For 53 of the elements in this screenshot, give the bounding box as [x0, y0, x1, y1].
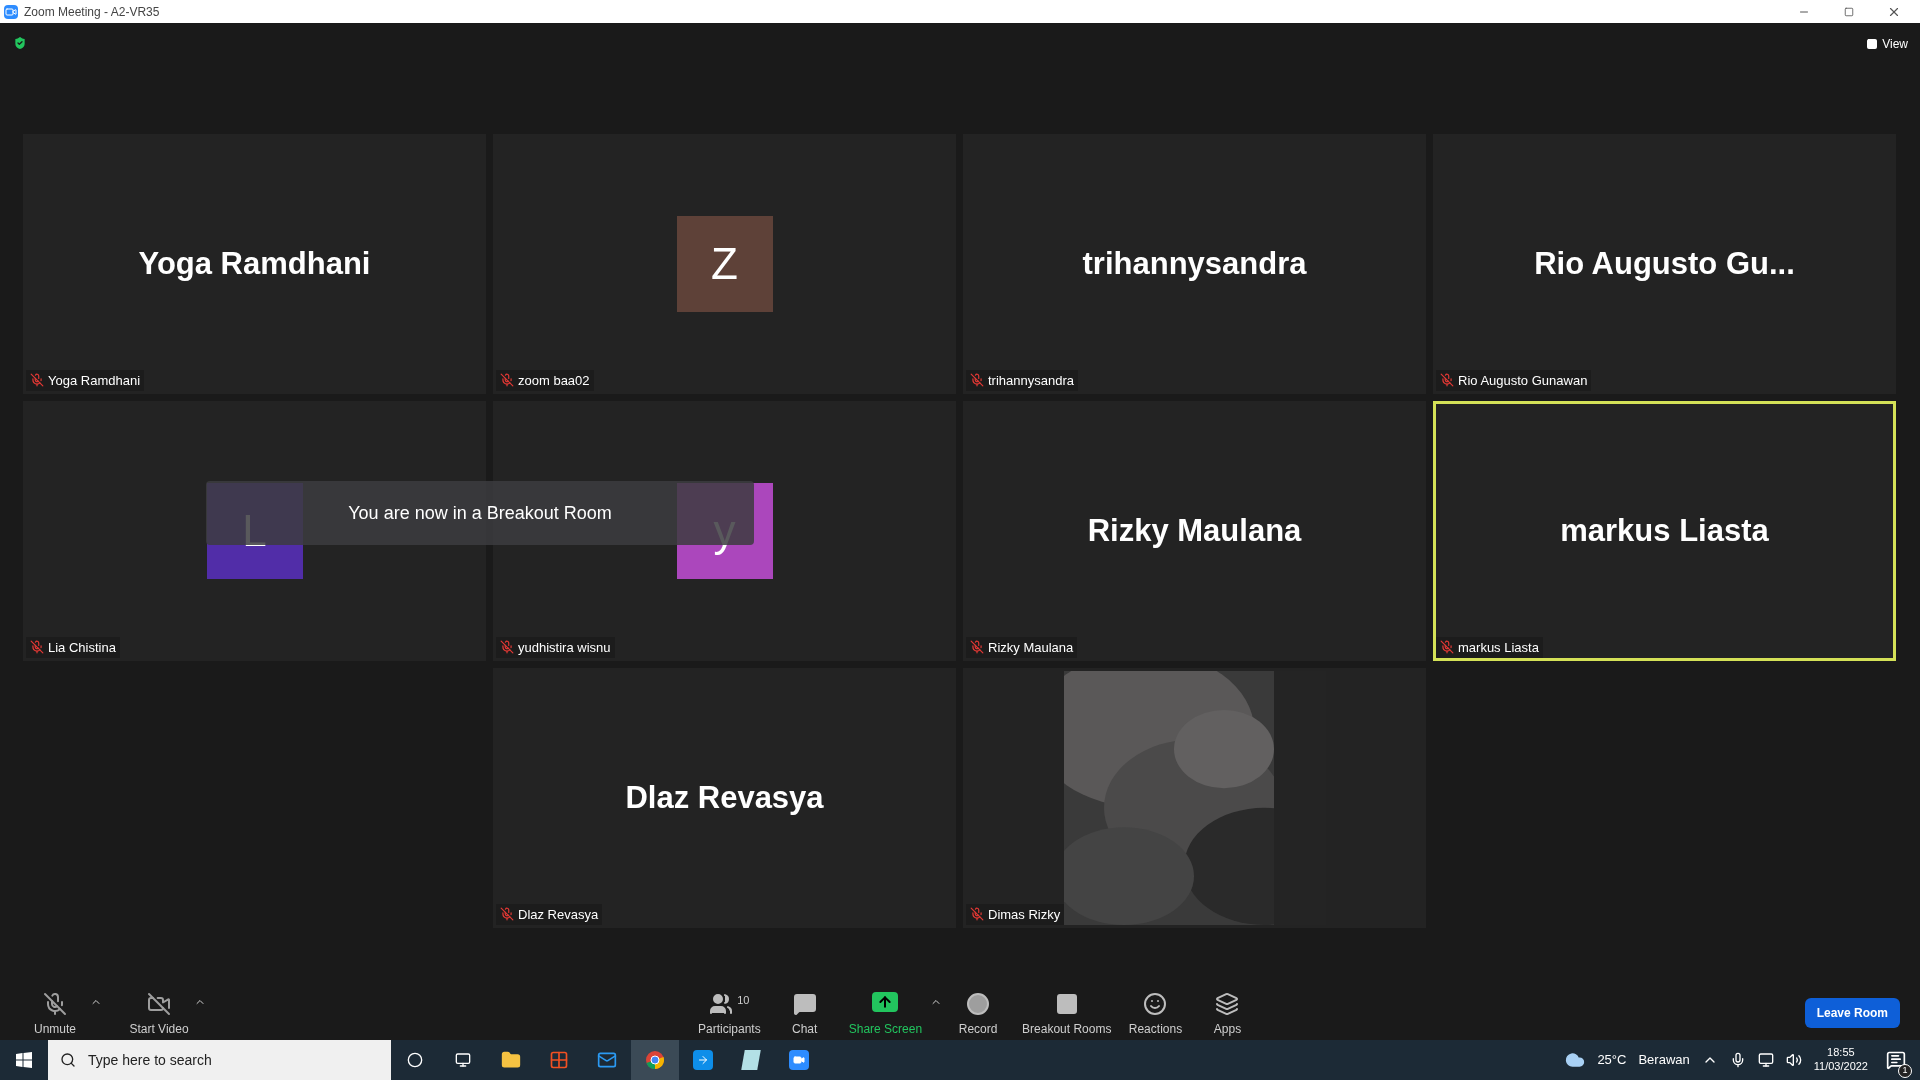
camera-app-icon: [4, 4, 18, 19]
name-label: trihannysandra: [966, 369, 1078, 391]
name-label: Dimas Rizky: [966, 903, 1065, 925]
toolbar-button[interactable]: Unmute: [20, 992, 90, 1038]
name-label: Lia Chistina: [26, 636, 120, 658]
participant-name: Yoga Ramdhani: [138, 244, 371, 283]
toolbar-button[interactable]: Chat: [768, 992, 841, 1038]
record-icon: [966, 992, 991, 1016]
smiley-plus-icon: [1143, 992, 1168, 1016]
name-label: Yoga Ramdhani: [26, 369, 145, 391]
notification-badge: 1: [1898, 1064, 1912, 1078]
shield-check-icon: [12, 35, 28, 51]
participant-name: Dlaz Revasya: [625, 778, 824, 817]
restore-icon: [1843, 6, 1854, 17]
name-label: zoom baa02: [496, 369, 594, 391]
toolbar-button[interactable]: Reactions: [1119, 992, 1192, 1038]
search-icon: [60, 1052, 76, 1068]
toolbar-button[interactable]: Start Video: [124, 992, 194, 1038]
clock-time: 18:55: [1827, 1046, 1855, 1060]
participant-name: Rio Augusto Gu...: [1534, 244, 1795, 283]
leave-room-button[interactable]: Leave Room: [1804, 998, 1900, 1028]
toolbar-button[interactable]: Breakout Rooms: [1014, 992, 1120, 1038]
taskbar-search-field[interactable]: Type here to search: [48, 1040, 391, 1080]
clock-date: 11/03/2022: [1813, 1060, 1868, 1074]
window-title: Zoom Meeting - A2-VR35: [24, 3, 160, 21]
weather-icon: [1565, 1050, 1586, 1070]
name-label: Rizky Maulana: [966, 636, 1078, 658]
browser-icon[interactable]: [631, 1040, 679, 1080]
name-label: Dlaz Revasya: [496, 903, 603, 925]
chat-icon: [792, 992, 817, 1016]
name-label: Rio Augusto Gunawan: [1436, 369, 1592, 391]
view-button[interactable]: View: [1866, 35, 1908, 53]
participant-name: markus Liasta: [1560, 511, 1769, 550]
participants-icon: [709, 992, 734, 1016]
camera-off-icon: [147, 992, 171, 1016]
participant-name: trihannysandra: [1082, 244, 1307, 283]
windows-logo-icon: [16, 1052, 32, 1068]
name-label: markus Liasta: [1436, 636, 1543, 658]
toolbar-button[interactable]: Apps: [1191, 992, 1264, 1038]
participant-name: Rizky Maulana: [1087, 511, 1302, 550]
name-label: yudhistira wisnu: [496, 636, 615, 658]
volume-icon[interactable]: [1785, 1052, 1802, 1068]
weather-condition: Berawan: [1638, 1051, 1690, 1070]
toolbar-button[interactable]: 10 Participants: [690, 992, 769, 1038]
avatar: Z: [676, 216, 773, 312]
share-screen-icon: [872, 992, 899, 1012]
apps-icon: [1215, 992, 1240, 1016]
participant-count: 10: [737, 993, 750, 1008]
microphone-muted-icon: [43, 992, 67, 1016]
weather-temperature: 25°C: [1597, 1051, 1627, 1070]
toolbar-button[interactable]: Record: [942, 992, 1015, 1038]
network-icon[interactable]: [1757, 1052, 1774, 1068]
toolbar-button[interactable]: Share Screen: [840, 992, 931, 1038]
